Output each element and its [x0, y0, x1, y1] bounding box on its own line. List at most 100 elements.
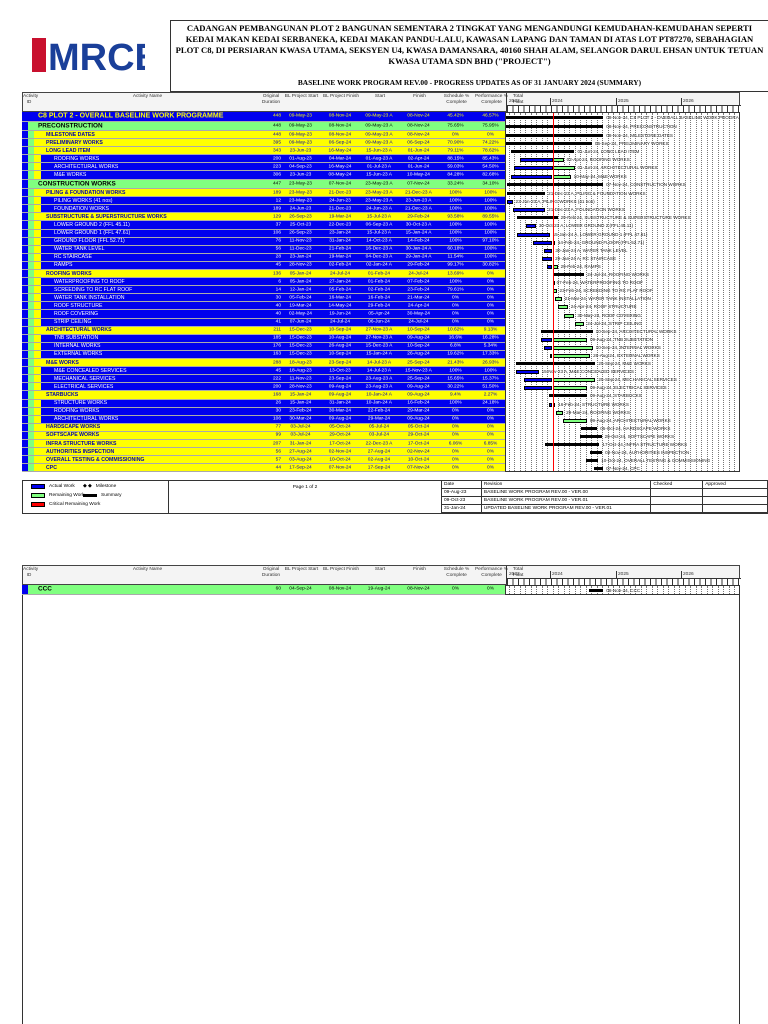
column-header-blf[interactable]: BL Project Finish [321, 94, 361, 100]
table-row[interactable]: SCREEDING TO RC FLAT ROOF 14 12-Jan-24 05-F… [22, 286, 525, 295]
table-row[interactable]: ARCHITECTURAL WORKS 211 15-Dec-23 10-Sep-24… [22, 326, 525, 335]
table-row[interactable]: M&E WORKS 288 18-Aug-23 23-Sep-24 14-Jul-23 … [22, 359, 525, 368]
table-row[interactable]: GROUND FLOOR (FFL 52.71) 76 11-Nov-23 31-Ja… [22, 237, 525, 246]
table-row[interactable]: ROOF COVERING 40 02-May-24 19-Jun-24 05-Apr-… [22, 310, 525, 319]
actual-work-bar[interactable] [523, 378, 553, 383]
actual-work-bar[interactable] [511, 174, 553, 179]
remaining-work-bar[interactable] [552, 345, 593, 350]
column-header-name[interactable]: Activity Name [35, 94, 260, 100]
table-row[interactable]: SUBSTRUCTURE & SUPERSTRUCTURE WORKS 129 26… [22, 213, 525, 222]
table-row[interactable]: ROOF STRUCTURE 40 19-Mar-24 14-May-24 29-Feb… [22, 302, 525, 311]
actual-work-bar[interactable] [540, 337, 553, 342]
table-row[interactable]: M&E CONCEALED SERVICES 45 18-Aug-23 13-Oct-… [22, 367, 505, 376]
column-header-name[interactable]: Activity Name [35, 567, 260, 573]
table-row[interactable]: LOWER GROUND 2 (FFL 45.11) 37 25-Oct-23 22-… [22, 221, 505, 230]
column-header-start[interactable]: Start [361, 94, 399, 100]
table-row[interactable]: MECHANICAL SERVICES 222 11-Nov-23 23-Sep-24… [22, 375, 525, 384]
table-row[interactable]: INFRA STRUCTURE WORKS 207 31-Jan-24 17-Oct-… [22, 439, 525, 449]
summary-bar[interactable] [580, 434, 602, 438]
column-header-perf[interactable]: Performance % Complete [473, 567, 510, 579]
remaining-work-bar[interactable] [552, 158, 564, 163]
table-row[interactable]: LONG LEAD ITEM 343 23-Jun-23 16-May-24 15-Ju… [22, 147, 525, 156]
remaining-work-bar[interactable] [557, 305, 568, 310]
remaining-work-bar[interactable] [564, 313, 575, 318]
remaining-work-bar[interactable] [552, 378, 596, 383]
table-row[interactable]: INTERNAL WORKS 176 15-Dec-23 26-Aug-24 15-De… [22, 342, 525, 351]
actual-work-bar[interactable] [532, 240, 553, 245]
summary-bar[interactable] [506, 142, 592, 146]
actual-work-bar[interactable] [542, 256, 553, 261]
summary-bar[interactable] [506, 134, 604, 138]
table-row[interactable]: WATERPROOFING TO ROOF 6 05-Jan-24 27-Jan-24… [22, 278, 525, 287]
table-row[interactable]: ELECTRICAL SERVICES 200 28-Nov-23 09-Aug-24… [22, 383, 525, 392]
column-header-dur[interactable]: Original Duration [260, 94, 282, 106]
remaining-work-bar[interactable] [552, 386, 587, 391]
column-header-finish[interactable]: Finish [399, 567, 440, 573]
summary-bar[interactable] [540, 329, 593, 333]
table-row[interactable]: FOUNDATION WORKS 189 24-Jun-23 21-Dec-23 24-… [22, 205, 505, 214]
summary-bar[interactable] [580, 426, 598, 430]
table-row[interactable]: PILING & FOUNDATION WORKS 189 23-May-23 21-… [22, 189, 505, 198]
summary-bar[interactable] [590, 451, 603, 455]
table-row[interactable]: C8 PLOT 2 - OVERALL BASELINE WORK PROGRA… [22, 112, 525, 122]
summary-bar[interactable] [516, 216, 558, 220]
column-header-id[interactable]: Activity ID [23, 567, 38, 579]
summary-bar[interactable] [511, 150, 575, 154]
table-row[interactable]: SOFTSCAPE WORKS 99 03-Jul-24 29-Oct-24 03-Ju… [22, 431, 525, 440]
table-row[interactable]: STARBUCKS 168 15-Jan-24 09-Aug-24 10-Jan-24 … [22, 391, 525, 400]
actual-work-bar[interactable] [544, 345, 553, 350]
remaining-work-bar[interactable] [552, 353, 591, 358]
table-row[interactable]: AUTHORITIES INSPECTION 56 27-Aug-24 02-Nov-… [22, 448, 525, 457]
actual-work-bar[interactable] [516, 232, 550, 237]
table-row[interactable]: RAMPS 45 28-Nov-23 02-Feb-24 02-Jan-24 A 29-F… [22, 261, 525, 270]
table-row[interactable]: RC STAIRCASE 28 23-Jan-24 19-Mar-24 04-Dec-2… [22, 253, 505, 262]
table-row[interactable]: CONSTRUCTION WORKS 447 23-May-23 07-Nov-24 2… [22, 179, 525, 190]
column-header-perf[interactable]: Performance % Complete [473, 94, 510, 106]
table-row[interactable]: STRUCTURE WORKS 26 15-Jan-24 31-Jan-24 10-Ja… [22, 399, 525, 408]
table-row[interactable]: CCC 60 04-Sep-24 08-Nov-24 19-Aug-24 08-Nov-2… [22, 585, 525, 595]
column-header-finish[interactable]: Finish [399, 94, 440, 100]
table-row[interactable]: ROOFING WORKS 200 01-Aug-23 04-Mar-24 01-Aug… [22, 155, 525, 164]
column-header-dur[interactable]: Original Duration [260, 567, 282, 579]
table-row[interactable]: ROOFING WORKS 30 23-Feb-24 30-Mar-24 22-Feb-… [22, 407, 525, 416]
table-row[interactable]: TNB SUBSTATION 185 15-Dec-23 10-Aug-24 27-No… [22, 334, 525, 343]
column-header-bls[interactable]: BL Project Start [282, 94, 321, 100]
column-header-id[interactable]: Activity ID [23, 94, 38, 106]
column-header-sched[interactable]: Schedule % Complete [440, 94, 473, 106]
table-row[interactable]: PRELIMINARY WORKS 395 09-May-23 06-Sep-24 09… [22, 139, 525, 148]
actual-work-bar[interactable] [514, 166, 553, 171]
column-header-bls[interactable]: BL Project Start [282, 567, 321, 573]
actual-work-bar[interactable] [516, 370, 539, 375]
table-row[interactable]: PRECONSTRUCTION 448 09-May-23 08-Nov-24 09-M… [22, 121, 525, 131]
summary-bar[interactable] [506, 125, 604, 129]
column-header-sched[interactable]: Schedule % Complete [440, 567, 473, 579]
remaining-work-bar[interactable] [552, 337, 587, 342]
actual-work-bar[interactable] [519, 158, 553, 163]
summary-bar[interactable] [593, 467, 604, 471]
summary-bar[interactable] [507, 183, 604, 187]
table-row[interactable]: LOWER GROUND 1 (FFL 47.61) 106 26-Sep-23 23… [22, 229, 505, 238]
summary-bar[interactable] [506, 115, 604, 119]
summary-bar[interactable] [507, 192, 546, 196]
table-row[interactable]: WATER TANK LEVEL 56 11-Dec-23 21-Feb-24 16-D… [22, 245, 505, 254]
remaining-work-bar[interactable] [555, 297, 562, 302]
summary-bar[interactable] [516, 362, 596, 366]
summary-bar[interactable] [548, 394, 587, 398]
table-row[interactable]: CPC 44 17-Sep-24 07-Nov-24 17-Sep-24 07-Nov-2… [22, 464, 525, 473]
remaining-work-bar[interactable] [552, 174, 571, 179]
table-row[interactable]: MILESTONE DATES 448 09-May-23 08-Nov-24 09-M… [22, 131, 525, 140]
table-row[interactable]: ROOFING WORKS 136 05-Jan-24 24-Jul-24 01-Feb… [22, 270, 525, 279]
actual-work-bar[interactable] [544, 248, 553, 253]
column-header-blf[interactable]: BL Project Finish [321, 567, 361, 573]
table-row[interactable]: OVERALL TESTING & COMMISSIONING 57 03-Aug-… [22, 456, 525, 465]
actual-work-bar[interactable] [525, 224, 536, 229]
table-row[interactable]: M&E WORKS 306 23-Jun-23 08-May-24 15-Jun-23 … [22, 171, 525, 180]
remaining-work-bar[interactable] [575, 321, 585, 326]
table-row[interactable]: ARCHITECTURAL WORKS 223 04-Sep-23 16-May-24… [22, 163, 525, 172]
actual-work-bar[interactable] [523, 386, 553, 391]
remaining-work-bar[interactable] [563, 418, 587, 423]
table-row[interactable]: HARDSCAPE WORKS 77 03-Jul-24 05-Oct-24 05-Ju… [22, 423, 525, 432]
table-row[interactable]: EXTERNAL WORKS 163 15-Dec-23 10-Sep-24 15-Ja… [22, 350, 525, 360]
summary-bar[interactable] [588, 588, 604, 592]
summary-bar[interactable] [552, 273, 585, 277]
